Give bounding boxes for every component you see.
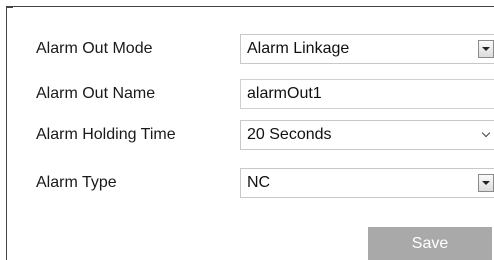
- chevron-down-icon[interactable]: [478, 126, 494, 144]
- alarm-out-name-value: alarmOut1: [247, 85, 322, 102]
- dropdown-arrow-icon[interactable]: [478, 40, 494, 58]
- save-button[interactable]: Save: [368, 227, 492, 260]
- alarm-type-label: Alarm Type: [36, 174, 117, 191]
- alarm-out-mode-value: Alarm Linkage: [247, 40, 350, 57]
- alarm-out-mode-label: Alarm Out Mode: [36, 40, 153, 57]
- alarm-out-name-input[interactable]: alarmOut1: [240, 79, 494, 109]
- alarm-holding-time-row: Alarm Holding Time 20 Seconds: [36, 120, 494, 150]
- alarm-type-select[interactable]: NC: [240, 168, 494, 198]
- alarm-out-name-row: Alarm Out Name alarmOut1: [36, 79, 494, 109]
- alarm-out-name-label: Alarm Out Name: [36, 85, 156, 102]
- dropdown-arrow-icon[interactable]: [478, 174, 494, 192]
- alarm-type-value: NC: [247, 174, 271, 191]
- alarm-holding-time-label: Alarm Holding Time: [36, 126, 176, 143]
- alarm-out-mode-row: Alarm Out Mode Alarm Linkage: [36, 34, 494, 64]
- alarm-holding-time-value: 20 Seconds: [247, 126, 332, 143]
- alarm-out-mode-select[interactable]: Alarm Linkage: [240, 34, 494, 64]
- alarm-type-row: Alarm Type NC: [36, 168, 494, 198]
- alarm-holding-time-select[interactable]: 20 Seconds: [240, 120, 494, 150]
